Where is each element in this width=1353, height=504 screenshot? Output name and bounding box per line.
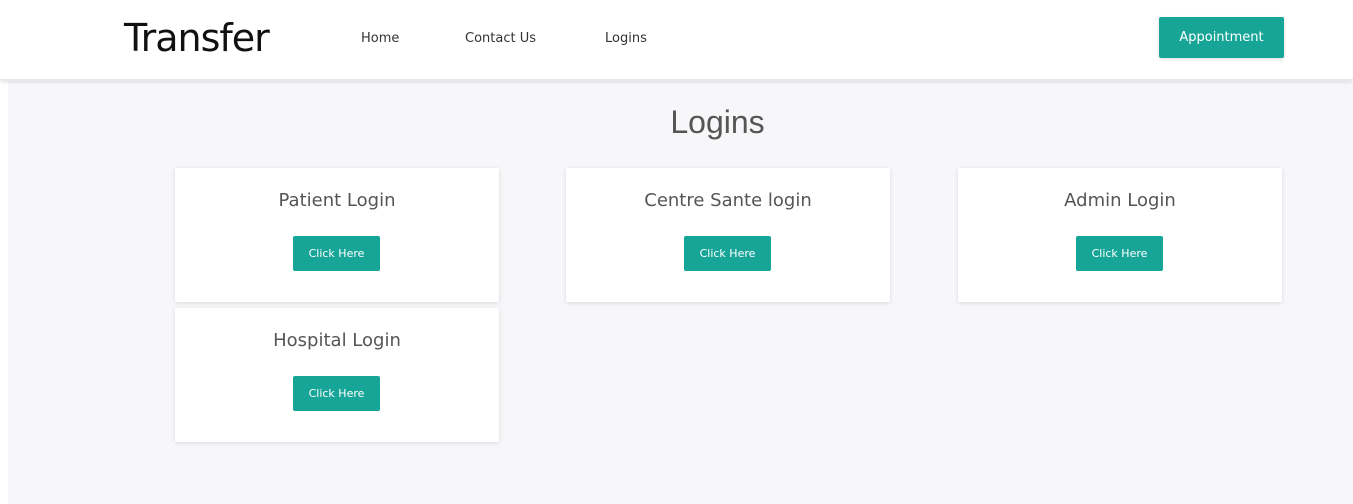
nav-link-home[interactable]: Home (361, 31, 399, 46)
hospital-login-card: Hospital Login Click Here (175, 308, 499, 442)
nav-link-contact-us[interactable]: Contact Us (465, 31, 536, 46)
admin-login-card: Admin Login Click Here (958, 168, 1282, 302)
page-title: Logins (670, 104, 765, 140)
patient-login-card: Patient Login Click Here (175, 168, 499, 302)
brand-logo[interactable]: Transfer (124, 16, 270, 60)
admin-login-button[interactable]: Click Here (1076, 236, 1163, 271)
patient-login-button[interactable]: Click Here (293, 236, 380, 271)
card-title: Hospital Login (273, 330, 401, 351)
card-title: Admin Login (1064, 190, 1176, 211)
appointment-button[interactable]: Appointment (1159, 17, 1284, 58)
centre-sante-login-card: Centre Sante login Click Here (566, 168, 890, 302)
hospital-login-button[interactable]: Click Here (293, 376, 380, 411)
navbar: Transfer Home Contact Us Logins Appointm… (0, 0, 1353, 80)
card-title: Centre Sante login (644, 190, 812, 211)
card-title: Patient Login (278, 190, 396, 211)
nav-link-logins[interactable]: Logins (605, 31, 647, 46)
centre-sante-login-button[interactable]: Click Here (684, 236, 771, 271)
